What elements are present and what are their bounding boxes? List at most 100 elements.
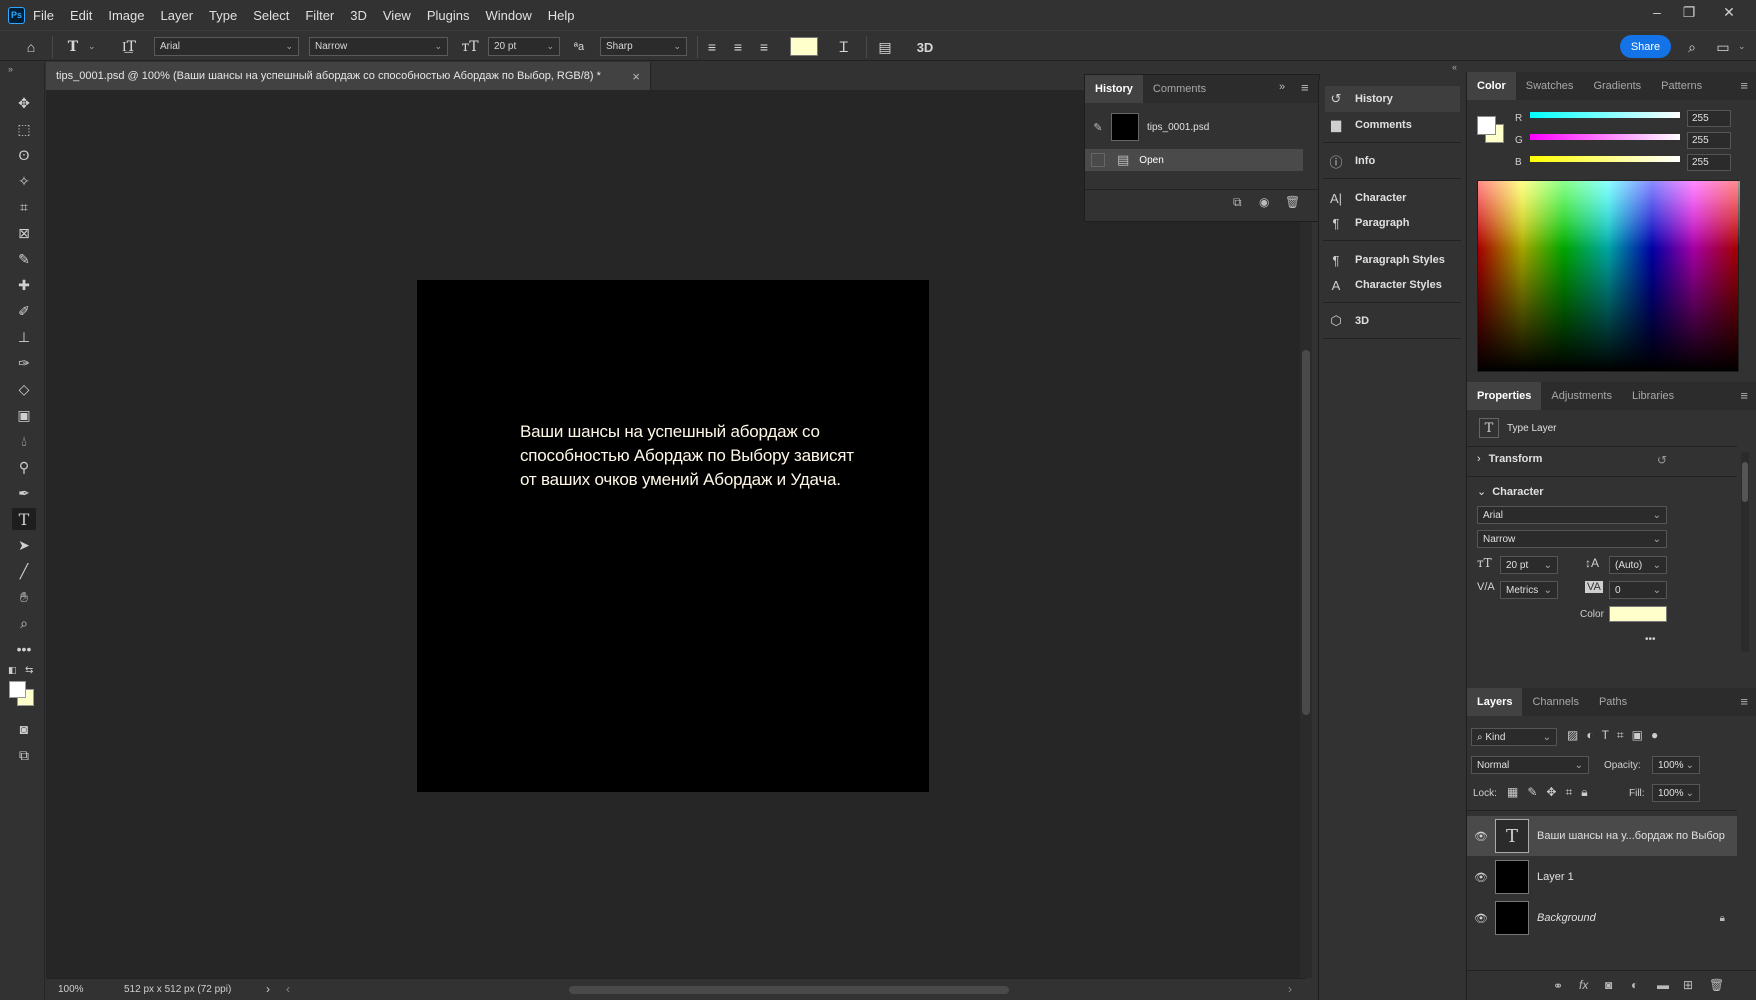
color-foreground-swatch[interactable] (1477, 116, 1496, 135)
warp-text-icon[interactable]: Ꮖ (833, 36, 855, 58)
workspace-icon[interactable]: ▭ (1712, 36, 1734, 58)
gradient-tool-icon[interactable]: ▣ (12, 404, 36, 426)
share-button[interactable]: Share (1620, 35, 1671, 58)
eyedropper-tool-icon[interactable]: ✎ (12, 248, 36, 270)
fx-icon[interactable]: fx (1579, 978, 1588, 992)
eye-icon[interactable]: 👁︎ (1467, 871, 1495, 884)
layer-row[interactable]: 👁︎ Layer 1 (1467, 857, 1737, 897)
camera-icon[interactable]: ◉ (1259, 195, 1269, 209)
antialias-dropdown[interactable]: Sharp ⌄ (600, 37, 687, 56)
type-tool-preset-icon[interactable]: T (62, 36, 84, 58)
character-panel-icon[interactable]: ▤ (874, 36, 896, 58)
default-colors-icon[interactable]: ◧ (8, 665, 17, 676)
green-value[interactable]: 255 (1687, 132, 1731, 149)
adjustment-layer-icon[interactable]: ◐ (1631, 978, 1638, 992)
lasso-tool-icon[interactable]: ʘ (12, 144, 36, 166)
properties-scrollbar[interactable] (1741, 452, 1749, 652)
menu-layer[interactable]: Layer (153, 0, 202, 30)
properties-color-swatch[interactable] (1609, 606, 1667, 622)
menu-file[interactable]: File (25, 0, 62, 30)
home-icon[interactable]: ⌂ (20, 36, 42, 58)
dock-item-info[interactable]: ⓘ Info (1325, 148, 1460, 174)
dock-item-history[interactable]: ↺ History (1325, 86, 1460, 112)
eye-icon[interactable]: 👁︎ (1467, 912, 1495, 925)
canvas[interactable]: Ваши шансы на успешный абордаж со способ… (417, 280, 929, 792)
properties-font-size-field[interactable]: 20 pt ⌄ (1500, 556, 1558, 574)
restore-button[interactable]: ❐ (1672, 0, 1706, 24)
pen-tool-icon[interactable]: ✒ (12, 482, 36, 504)
close-tab-icon[interactable]: × (632, 69, 640, 84)
tab-history[interactable]: History (1085, 75, 1143, 103)
fill-field[interactable]: 100% ⌄ (1652, 784, 1700, 802)
document-tab[interactable]: tips_0001.psd @ 100% (Ваши шансы на успе… (46, 62, 651, 90)
vertical-scroll-thumb[interactable] (1302, 350, 1310, 715)
eye-icon[interactable]: 👁︎ (1467, 830, 1495, 843)
type-tool-icon[interactable]: T (12, 508, 36, 530)
history-brush-source-icon[interactable]: ✎ (1085, 121, 1111, 134)
blue-value[interactable]: 255 (1687, 154, 1731, 171)
blue-slider[interactable] (1530, 156, 1680, 162)
add-mask-icon[interactable]: ◙ (1605, 978, 1612, 992)
crop-tool-icon[interactable]: ⌗ (12, 196, 36, 218)
path-selection-tool-icon[interactable]: ➤ (12, 534, 36, 556)
chevron-down-icon[interactable]: ⌄ (88, 41, 96, 52)
character-section-header[interactable]: ⌄ Character (1477, 485, 1544, 498)
properties-font-family-dropdown[interactable]: Arial ⌄ (1477, 506, 1667, 524)
menu-view[interactable]: View (375, 0, 419, 30)
dodge-tool-icon[interactable]: ⚲ (12, 456, 36, 478)
tab-properties[interactable]: Properties (1467, 382, 1542, 410)
tab-libraries[interactable]: Libraries (1622, 382, 1684, 410)
text-color-swatch[interactable] (790, 37, 818, 56)
zoom-level[interactable]: 100% (58, 984, 84, 995)
dock-item-comments[interactable]: ▆ Comments (1325, 112, 1460, 138)
menu-type[interactable]: Type (201, 0, 245, 30)
red-value[interactable]: 255 (1687, 110, 1731, 127)
more-tools-icon[interactable]: ••• (12, 638, 36, 660)
menu-help[interactable]: Help (540, 0, 583, 30)
marquee-tool-icon[interactable]: ⬚ (12, 118, 36, 140)
move-tool-icon[interactable]: ✥ (12, 92, 36, 114)
menu-plugins[interactable]: Plugins (419, 0, 478, 30)
menu-window[interactable]: Window (477, 0, 539, 30)
tab-comments[interactable]: Comments (1143, 75, 1216, 103)
dock-item-paragraph-styles[interactable]: ¶ Paragraph Styles (1325, 247, 1460, 273)
transform-section-header[interactable]: › Transform (1477, 453, 1542, 465)
layer-filter-icons[interactable]: ▨◐T⌗▣● (1567, 728, 1666, 743)
panel-menu-icon[interactable]: ≡ (1740, 78, 1748, 93)
layer-row[interactable]: 👁︎ Background 🔒︎ (1467, 898, 1737, 938)
scroll-right-icon[interactable]: › (1288, 982, 1292, 996)
toggle-orientation-icon[interactable]: I͟T (118, 36, 140, 58)
dock-item-character[interactable]: A| Character (1325, 185, 1460, 211)
dock-item-character-styles[interactable]: A Character Styles (1325, 272, 1460, 298)
frame-tool-icon[interactable]: ⊠ (12, 222, 36, 244)
red-slider[interactable] (1530, 112, 1680, 118)
new-document-from-state-icon[interactable]: ⧉ (1233, 195, 1242, 210)
foreground-color-swatch[interactable] (9, 681, 26, 698)
minimize-button[interactable]: – (1640, 0, 1674, 24)
tab-patterns[interactable]: Patterns (1651, 72, 1712, 100)
properties-font-style-dropdown[interactable]: Narrow ⌄ (1477, 530, 1667, 548)
leading-field[interactable]: (Auto) ⌄ (1609, 556, 1667, 574)
panel-menu-icon[interactable]: ≡ (1740, 694, 1748, 709)
hand-tool-icon[interactable]: ✋︎ (12, 586, 36, 608)
dock-item-paragraph[interactable]: ¶ Paragraph (1325, 210, 1460, 236)
tab-swatches[interactable]: Swatches (1516, 72, 1584, 100)
screen-mode-icon[interactable]: ⧉ (12, 744, 36, 766)
font-family-dropdown[interactable]: Arial ⌄ (154, 37, 299, 56)
dock-item-3d[interactable]: ⬡ 3D (1325, 308, 1460, 334)
blend-mode-dropdown[interactable]: Normal ⌄ (1471, 756, 1589, 774)
kerning-dropdown[interactable]: Metrics ⌄ (1500, 581, 1558, 599)
horizontal-scroll-thumb[interactable] (569, 986, 1009, 994)
new-layer-icon[interactable]: ⊞ (1683, 978, 1693, 992)
document-area[interactable]: Ваши шансы на успешный абордаж со способ… (46, 90, 1312, 978)
reset-transform-icon[interactable]: ↺ (1657, 453, 1667, 467)
collapse-panels-icon[interactable]: « (1452, 62, 1457, 72)
tracking-field[interactable]: 0 ⌄ (1609, 581, 1667, 599)
chevron-down-icon[interactable]: ⌄ (1738, 41, 1746, 52)
search-icon[interactable]: ⌕ (1681, 36, 1703, 58)
menu-edit[interactable]: Edit (62, 0, 100, 30)
expand-icon[interactable]: » (8, 64, 13, 74)
history-state[interactable]: ▤ Open (1085, 149, 1303, 171)
trash-icon[interactable]: 🗑︎ (1709, 978, 1724, 992)
tab-channels[interactable]: Channels (1522, 688, 1588, 716)
